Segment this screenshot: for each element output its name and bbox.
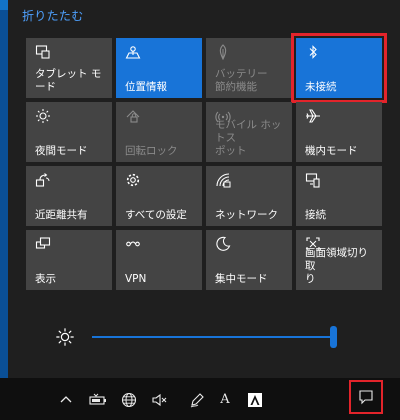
bluetooth-icon [305,44,321,60]
quick-action-label: 未接続 [305,81,337,93]
vpn-icon [125,236,141,252]
quick-action-bluetooth[interactable]: 未接続 [291,33,387,103]
quick-action-label: 表示 [35,273,56,285]
nearby-sharing-icon [35,172,51,188]
quick-action-settings-gear[interactable]: すべての設定 [116,166,202,226]
network-icon [215,172,231,188]
quick-action-focus-assist[interactable]: 集中モード [206,230,292,290]
pen-icon[interactable] [188,391,206,409]
location-icon [125,44,141,60]
quick-action-project[interactable]: 表示 [26,230,112,290]
settings-gear-icon [125,172,141,188]
project-icon [35,236,51,252]
quick-action-label: すべての設定 [125,209,187,221]
quick-action-network[interactable]: ネットワーク [206,166,292,226]
ime-label: A [220,392,230,407]
quick-action-label: 近距離共有 [35,209,88,221]
quick-action-rotation-lock[interactable]: 回転ロック [116,102,202,162]
volume-mute-icon[interactable] [150,391,168,409]
battery-icon[interactable] [88,391,108,409]
chevron-up-icon[interactable] [58,391,74,409]
focus-assist-icon [215,236,231,252]
quick-action-label: 回転ロック [125,145,178,157]
quick-action-label: 画面領域切り取 り [305,247,368,285]
tablet-mode-icon [35,44,51,60]
desktop-edge-top [0,0,8,10]
desktop-edge [0,0,8,378]
quick-action-battery-saver[interactable]: バッテリー 節約機能 [206,38,292,98]
quick-action-vpn[interactable]: VPN [116,230,202,290]
quick-action-label: 夜間モード [35,145,88,157]
quick-action-location[interactable]: 位置情報 [116,38,202,98]
quick-action-label: 集中モード [215,273,268,285]
brightness-control [56,324,356,348]
quick-action-tablet-mode[interactable]: タブレット モード [26,38,112,98]
connect-icon [305,172,321,188]
quick-action-label: 位置情報 [125,81,167,93]
airplane-icon [305,108,321,124]
brightness-sun-icon [56,328,74,346]
taskbar: A [0,378,400,420]
quick-action-label: ネットワーク [215,209,278,221]
quick-action-night-light[interactable]: 夜間モード [26,102,112,162]
quick-action-nearby-sharing[interactable]: 近距離共有 [26,166,112,226]
quick-action-screen-snip[interactable]: 画面領域切り取 り [296,230,382,290]
rotation-lock-icon [125,108,141,124]
quick-action-label: バッテリー 節約機能 [215,68,268,93]
collapse-link[interactable]: 折りたたむ [22,7,84,24]
quick-action-label: 接続 [305,209,326,221]
brightness-slider-track[interactable] [92,336,330,338]
quick-action-label: タブレット モード [35,68,102,93]
ime-icon[interactable]: A [216,391,234,409]
action-center-icon [359,390,373,405]
action-center-button[interactable] [349,380,383,414]
quick-action-label: VPN [125,273,147,285]
quick-action-airplane[interactable]: 機内モード [296,102,382,162]
quick-action-connect[interactable]: 接続 [296,166,382,226]
brightness-slider-thumb[interactable] [330,326,337,348]
quick-action-label: 機内モード [305,145,358,157]
quick-actions-grid: タブレット モード位置情報 バッテリー 節約機能未接続夜間モード 回転ロック モバイル… [26,33,387,290]
quick-action-label: モバイル ホットス ポット [215,119,282,157]
night-light-icon [35,108,51,124]
quick-action-mobile-hotspot[interactable]: モバイル ホットス ポット [206,102,292,162]
globe-icon[interactable] [120,391,138,409]
battery-saver-icon [215,44,231,60]
acrobat-icon[interactable] [246,391,264,409]
